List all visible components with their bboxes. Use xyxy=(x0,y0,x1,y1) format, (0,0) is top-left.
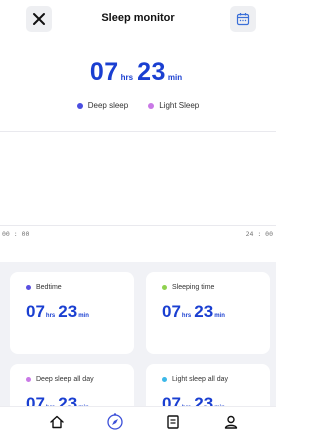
tab-compass[interactable] xyxy=(104,411,126,433)
header: Sleep monitor xyxy=(0,0,276,38)
card-dot xyxy=(162,285,167,290)
card-hours: 07 xyxy=(162,302,181,321)
card-value: 07hrs23min xyxy=(162,302,228,322)
card-bedtime: Bedtime 07hrs 23min xyxy=(10,272,134,354)
tab-document[interactable] xyxy=(162,411,184,433)
total-minutes: 23 xyxy=(137,58,166,86)
legend-light-sleep: Light Sleep xyxy=(148,101,199,110)
chart-legend: Deep sleep Light Sleep xyxy=(0,101,276,110)
legend-deep-sleep: Deep sleep xyxy=(76,101,129,110)
home-icon xyxy=(50,415,64,429)
calendar-icon xyxy=(236,13,250,26)
legend-dot xyxy=(148,102,155,109)
card-label: Bedtime xyxy=(36,284,62,291)
card-hours-unit: hrs xyxy=(45,313,56,319)
card-hours: 07 xyxy=(26,302,45,321)
card-label: Deep sleep all day xyxy=(36,376,94,383)
total-sleep-time: 07 hrs 23 min xyxy=(0,58,276,87)
legend-dot xyxy=(76,102,83,109)
chart-baseline xyxy=(0,225,276,226)
card-dot xyxy=(162,377,167,382)
card-minutes-unit: min xyxy=(214,313,225,319)
card-minutes: 23 xyxy=(194,302,214,321)
total-hours: 07 xyxy=(89,58,119,86)
legend-label: Light Sleep xyxy=(159,101,200,110)
tab-home[interactable] xyxy=(46,411,68,433)
total-minutes-unit: min xyxy=(167,73,183,82)
chart-x-start-label: 00 : 00 xyxy=(2,230,30,238)
document-icon xyxy=(167,415,179,429)
tab-profile[interactable] xyxy=(220,411,242,433)
legend-label: Deep sleep xyxy=(87,101,129,110)
profile-icon xyxy=(224,415,238,429)
card-dot xyxy=(26,377,31,382)
total-hours-unit: hrs xyxy=(120,73,134,82)
chart-top-border xyxy=(0,131,276,132)
compass-icon xyxy=(107,413,123,430)
card-minutes-unit: min xyxy=(78,313,89,319)
bottom-tab-bar xyxy=(0,406,276,436)
card-minutes: 23 xyxy=(58,302,78,321)
card-label: Light sleep all day xyxy=(172,376,229,383)
chart-x-end-label: 24 : 00 xyxy=(245,230,273,238)
calendar-button[interactable] xyxy=(230,6,256,32)
card-dot xyxy=(26,285,31,290)
card-value: 07hrs23min xyxy=(26,302,92,322)
card-label: Sleeping time xyxy=(172,284,215,291)
card-hours-unit: hrs xyxy=(181,313,192,319)
card-sleeping-time: Sleeping time 07hrs 23min xyxy=(146,272,270,354)
